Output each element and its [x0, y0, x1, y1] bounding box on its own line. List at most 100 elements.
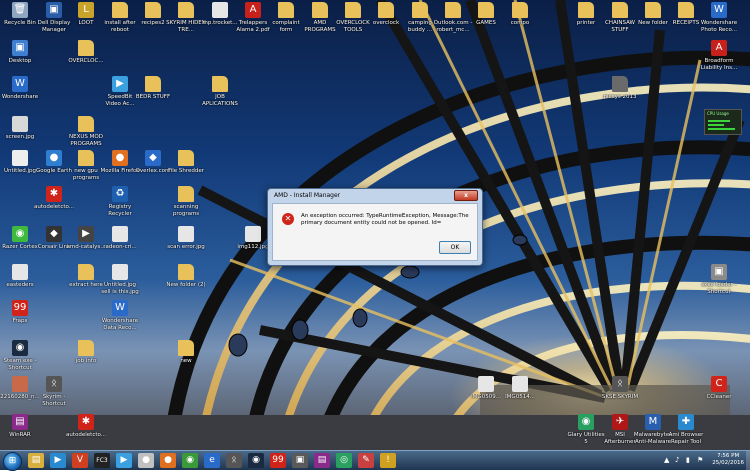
media-player-taskbar-icon[interactable]: ▶ — [50, 453, 66, 468]
desktop-shortcut[interactable]: OVERCLOC... — [66, 40, 106, 65]
folder-icon — [278, 2, 294, 18]
folder-icon — [412, 2, 428, 18]
show-desktop-button[interactable] — [746, 451, 750, 470]
image-icon — [512, 376, 528, 392]
explorer-taskbar-icon[interactable]: ▤ — [28, 453, 44, 468]
gadget-title: CPU Usage — [707, 111, 729, 116]
malwarebytes-icon: M — [645, 414, 661, 430]
desktop-shortcut[interactable]: ♻ Registry Recycler — [100, 186, 140, 217]
desktop-shortcut[interactable]: compo — [500, 2, 540, 27]
desktop-shortcut[interactable]: ✱ autodeletcto... — [66, 414, 106, 439]
file-icon — [212, 2, 228, 18]
desktop-shortcut[interactable]: 99 Fraps — [0, 300, 40, 325]
folder-icon — [178, 150, 194, 166]
steam-taskbar-icon[interactable]: ◉ — [248, 453, 264, 468]
tray-volume-icon[interactable]: ♪ — [675, 456, 683, 464]
desktop-shortcut[interactable]: New folder (2) — [166, 264, 206, 289]
fc3-taskbar-icon[interactable]: FC3 — [94, 453, 110, 468]
folder-icon — [645, 2, 661, 18]
network-taskbar-icon[interactable]: ◎ — [336, 453, 352, 468]
desktop-shortcut[interactable]: easteders — [0, 264, 40, 289]
folder-icon — [512, 2, 528, 18]
winrar-taskbar-icon[interactable]: ▤ — [314, 453, 330, 468]
desktop-shortcut-label: Wondershare Photo Reco... — [700, 20, 738, 33]
fraps-taskbar-icon[interactable]: 99 — [270, 453, 286, 468]
desktop-shortcut-label: BEDR STUFF — [135, 94, 171, 100]
folder-icon — [178, 2, 194, 18]
desktop-shortcut[interactable]: ◉ Steam.exe - Shortcut — [0, 340, 40, 371]
skyrim-icon: ᛟ — [612, 376, 628, 392]
start-button[interactable]: ⊞ — [3, 452, 22, 471]
firefox-icon: ● — [112, 150, 128, 166]
folder-icon — [612, 2, 628, 18]
desktop-shortcut[interactable]: ▤ WinRAR — [0, 414, 40, 439]
tray-flag-icon[interactable]: ⚑ — [697, 456, 705, 464]
tray-arrow-icon[interactable]: ▲ — [664, 456, 672, 464]
desktop-shortcut[interactable]: scanning programs — [166, 186, 206, 217]
folder-icon — [178, 264, 194, 280]
speedbit-taskbar-icon[interactable]: ▶ — [116, 453, 132, 468]
dell-display-icon: ▣ — [46, 2, 62, 18]
ie-taskbar-icon[interactable]: e — [204, 453, 220, 468]
desktop-shortcut[interactable]: scan error.jpg — [166, 226, 206, 251]
desktop-shortcut-label: new — [180, 358, 192, 364]
folder-icon — [78, 264, 94, 280]
folder-icon — [145, 76, 161, 92]
desktop-shortcut-label: Wondershare Data Reco... — [101, 318, 139, 331]
desktop-shortcut[interactable]: ᛟ Skyrim - Shortcut — [34, 376, 74, 407]
desktop-shortcut[interactable]: C CCleaner — [699, 376, 739, 401]
skse-icon: ▣ — [711, 264, 727, 280]
fraps-icon: 99 — [12, 300, 28, 316]
desktop-shortcut[interactable]: A Broadform Liability Ins... — [699, 40, 739, 71]
desktop-shortcut[interactable]: ᛟ SKSE SKYRIM — [600, 376, 640, 401]
desktop-shortcut[interactable]: IMG0514... — [500, 376, 540, 401]
alert-taskbar-icon[interactable]: ! — [380, 453, 396, 468]
clock[interactable]: 7:56 PM 25/02/2016 — [712, 453, 744, 467]
desktop-shortcut-label: JOB APLICATIONS — [202, 94, 238, 107]
desktop-shortcut-label: Wondershare — [1, 94, 39, 100]
desktop-shortcut[interactable]: ▣ skse loader - Shortcut — [699, 264, 739, 295]
desktop-shortcut[interactable]: ▣ Desktop — [0, 40, 40, 65]
desktop-shortcut[interactable]: W Wondershare Photo Reco... — [699, 2, 739, 33]
desktop-shortcut[interactable]: W Wondershare Data Reco... — [100, 300, 140, 331]
loot-icon: L — [78, 2, 94, 18]
apps-taskbar-icon[interactable]: ▣ — [292, 453, 308, 468]
chrome-taskbar-icon[interactable]: ◉ — [182, 453, 198, 468]
desktop-shortcut-label: IMG0514... — [505, 394, 535, 400]
corsair-icon: ◆ — [46, 226, 62, 242]
skyrim-taskbar-icon[interactable]: ᛟ — [226, 453, 242, 468]
desktop-shortcut[interactable]: screen.jpg — [0, 116, 40, 141]
cpu-usage-gadget[interactable]: CPU Usage — [704, 109, 742, 135]
ok-button[interactable]: OK — [439, 241, 471, 254]
desktop-shortcut[interactable]: BEDR STUFF — [133, 76, 173, 101]
desktop-shortcut[interactable]: ✱ autodeletcto... — [34, 186, 74, 211]
desktop[interactable]: 🗑 Recycle Bin ▣ Dell Display Manager L LOOT in… — [0, 0, 750, 450]
gadget-bar — [708, 128, 735, 130]
desktop-shortcut-label: CCleaner — [706, 394, 732, 400]
desktop-shortcut[interactable]: job info — [66, 340, 106, 365]
firefox-taskbar-icon[interactable]: ● — [160, 453, 176, 468]
desktop-shortcut[interactable]: ✚ Ami Browser Repair Tool — [666, 414, 706, 445]
desktop-shortcut[interactable]: Untitled.jpg sell is this.jpg — [100, 264, 140, 295]
dialog-body: ✕ An exception occurred: TypeRuntimeExce… — [272, 203, 478, 261]
desktop-shortcut[interactable]: NEXUS MOD PROGRAMS — [66, 116, 106, 147]
desktop-shortcut[interactable]: W Wondershare — [0, 76, 40, 101]
overlex-icon: ◆ — [145, 150, 161, 166]
desktop-shortcut-label: piccys 2013 — [603, 94, 637, 100]
folder-icon — [378, 2, 394, 18]
repair-icon: ✚ — [678, 414, 694, 430]
circle-taskbar-icon[interactable]: ● — [138, 453, 154, 468]
desktop-shortcut[interactable]: piccys 2013 — [600, 76, 640, 101]
dialog-close-button[interactable]: x — [454, 190, 478, 201]
desktop-shortcut[interactable]: new — [166, 340, 206, 365]
desktop-shortcut[interactable]: radeon-cri... — [100, 226, 140, 251]
error-dialog[interactable]: AMD - Install Manager x ✕ An exception o… — [267, 188, 483, 266]
tray-network-icon[interactable]: ▮ — [686, 456, 694, 464]
registry-recycler-icon: ♻ — [112, 186, 128, 202]
folder-icon — [312, 2, 328, 18]
image-icon — [245, 226, 261, 242]
desktop-shortcut[interactable]: JOB APLICATIONS — [200, 76, 240, 107]
desktop-shortcut[interactable]: File Shredder — [166, 150, 206, 175]
vivaldi-taskbar-icon[interactable]: V — [72, 453, 88, 468]
paint-taskbar-icon[interactable]: ✎ — [358, 453, 374, 468]
